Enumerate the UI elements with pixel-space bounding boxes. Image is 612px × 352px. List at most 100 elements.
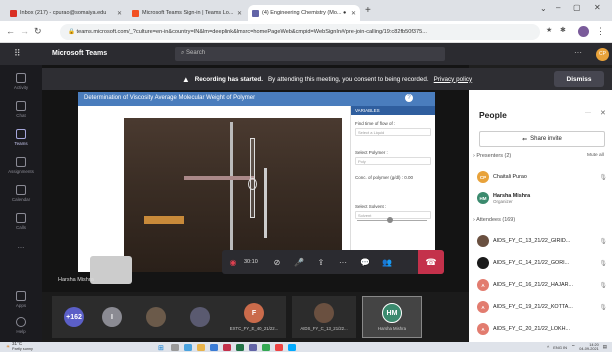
participant-tile[interactable]: I [90, 296, 134, 338]
notification-icon[interactable]: ▤ [603, 344, 607, 350]
participant-row[interactable]: A AIDS_FY_C_19_21/22_KOTTA... 🎙 [477, 300, 607, 314]
teams-icon [16, 129, 26, 139]
participant-row[interactable]: A AIDS_FY_C_20_21/22_LOKH... [477, 322, 607, 336]
forward-icon[interactable]: → [20, 26, 29, 36]
search-input[interactable]: ⌕ Search [175, 47, 445, 61]
participant-tile[interactable]: F EXTC_FY_E_40_21/22... [222, 296, 286, 338]
privacy-policy-link[interactable]: Privacy policy [434, 76, 473, 83]
avatar [477, 235, 489, 247]
participant-tile[interactable] [178, 296, 222, 338]
language-indicator[interactable]: ENG IN [553, 345, 567, 350]
mute-all-button[interactable]: Mute all [587, 153, 604, 158]
maximize-icon[interactable]: ▢ [573, 3, 581, 12]
lab-apparatus-view [90, 118, 342, 284]
mic-off-icon[interactable]: 🎤 [288, 258, 310, 267]
rail-apps[interactable]: Apps [0, 291, 42, 308]
extensions-icon[interactable]: ★ [546, 26, 552, 34]
url-field[interactable]: 🔒 teams.microsoft.com/_?culture=en-in&co… [60, 24, 540, 40]
rail-chat[interactable]: Chat [0, 101, 42, 118]
info-icon[interactable]: ? [405, 94, 413, 102]
attendees-header[interactable]: › Attendees (169) [473, 217, 515, 223]
profile-avatar[interactable] [578, 26, 589, 37]
tab-label: Microsoft Teams Sign-in | Teams Lo... [142, 10, 234, 16]
participant-tile[interactable]: AIDS_FY_C_13_21/22... [292, 296, 356, 338]
rail-assignments[interactable]: Assignments [0, 157, 42, 174]
clamp-holder [144, 216, 184, 224]
tab-search-icon[interactable]: ⌄ [540, 4, 547, 13]
search-taskbar-icon[interactable] [170, 343, 179, 351]
tab-teams-signin[interactable]: Microsoft Teams Sign-in | Teams Lo... ✕ [128, 5, 246, 21]
app-icon[interactable] [274, 343, 283, 351]
meeting-controls: ◉ 30:10 ⊘ 🎤 ⇪ ··· 💬 👥 ☎ [222, 250, 444, 274]
share-tray-icon[interactable]: ⇪ [310, 258, 332, 267]
participant-row[interactable]: A AIDS_FY_C_16_21/22_HAJAR... 🎙 [477, 278, 607, 292]
participant-tile[interactable]: HM Harsha Mishra [362, 296, 422, 338]
polymer-select[interactable]: Poly [355, 157, 431, 165]
solvent-select[interactable]: Solvent [355, 211, 431, 219]
teams-taskbar-icon[interactable] [248, 343, 257, 351]
close-tab-icon[interactable]: ✕ [237, 10, 242, 17]
participant-row[interactable]: AIDS_FY_C_13_21/22_GIRID... 🎙 [477, 234, 607, 248]
participant-row[interactable]: AIDS_FY_C_14_21/22_GORI... 🎙 [477, 256, 607, 270]
weather-desc: Partly sunny [12, 347, 33, 351]
video-gallery: +162 I F EXTC_FY_E_40_21/22... AIDS_FY_C_… [42, 292, 469, 342]
app-launcher-icon[interactable]: ⠿ [14, 48, 21, 59]
tab-teams-meeting[interactable]: (4) Engineering Chemistry (Mo... ● ✕ [248, 5, 360, 21]
chat-icon[interactable]: 💬 [354, 258, 376, 267]
start-icon[interactable]: ⊞ [158, 344, 166, 352]
file-explorer-icon[interactable] [196, 343, 205, 351]
participant-row[interactable]: CP Chaitali Purao 🎙 [477, 170, 607, 184]
rail-activity[interactable]: Activity [0, 73, 42, 90]
warning-icon: ▲ [181, 74, 190, 84]
wifi-icon[interactable]: ⌔ [571, 344, 575, 350]
user-avatar[interactable]: CP [596, 48, 609, 61]
new-tab-button[interactable]: + [365, 5, 371, 16]
puzzle-icon[interactable]: ✱ [560, 26, 566, 34]
more-options-icon[interactable]: ··· [585, 110, 591, 116]
slider-thumb[interactable] [387, 217, 393, 223]
participant-name: Chaitali Purao [493, 174, 527, 180]
leave-button[interactable]: ☎ [418, 250, 444, 274]
camera-off-icon[interactable]: ⊘ [266, 258, 288, 267]
liquid-select[interactable]: Select a Liquid [355, 128, 431, 136]
tray-chevron-icon[interactable]: ^ [547, 345, 549, 350]
excel-icon[interactable] [235, 343, 244, 351]
close-tab-icon[interactable]: ✕ [351, 10, 356, 17]
rail-more[interactable]: ... [0, 241, 42, 250]
participant-name: AIDS_FY_C_19_21/22_KOTTA... [493, 304, 573, 310]
app-icon[interactable] [287, 343, 296, 351]
rail-calendar[interactable]: Calendar [0, 185, 42, 202]
share-invite-button[interactable]: ⇐ Share invite [479, 131, 605, 147]
windows-taskbar: ☀ 31°C Partly sunny ⊞ ^ ENG IN ⌔ 14:20 04-… [0, 342, 612, 352]
back-icon[interactable]: ← [6, 26, 15, 36]
more-actions-icon[interactable]: ··· [332, 258, 354, 267]
presenters-header[interactable]: › Presenters (2) [473, 153, 511, 159]
reload-icon[interactable]: ↻ [34, 26, 42, 37]
rail-label: Chat [16, 113, 26, 118]
rail-help[interactable]: Help [0, 317, 42, 334]
menu-icon[interactable]: ⋮ [596, 26, 605, 37]
close-panel-icon[interactable]: ✕ [600, 109, 606, 117]
participants-icon[interactable]: 👥 [376, 258, 398, 267]
participant-row[interactable]: HM Harsha Mishra Organizer [477, 188, 607, 208]
avatar: HM [477, 192, 489, 204]
region: IN [563, 344, 568, 350]
rail-teams[interactable]: Teams [0, 129, 42, 146]
close-window-icon[interactable]: ✕ [594, 3, 601, 12]
tab-gmail[interactable]: Inbox (217) - cpurao@somaiya.edu ✕ [6, 5, 126, 21]
tile-name: EXTC_FY_E_40_21/22... [229, 326, 279, 331]
word-icon[interactable] [209, 343, 218, 351]
dismiss-button[interactable]: Dismiss [554, 71, 604, 87]
rail-label: Activity [13, 85, 29, 90]
close-tab-icon[interactable]: ✕ [117, 10, 122, 17]
app-name: Microsoft Teams [52, 50, 108, 57]
chrome-icon[interactable] [261, 343, 270, 351]
edge-icon[interactable] [183, 343, 192, 351]
clock[interactable]: 14:20 04-09-2021 [579, 343, 598, 352]
more-options-icon[interactable]: ··· [574, 48, 582, 57]
minimize-icon[interactable]: – [556, 3, 560, 12]
powerpoint-icon[interactable] [222, 343, 231, 351]
rail-calls[interactable]: Calls [0, 213, 42, 230]
participant-tile[interactable] [134, 296, 178, 338]
rail-label: Teams [14, 141, 28, 146]
